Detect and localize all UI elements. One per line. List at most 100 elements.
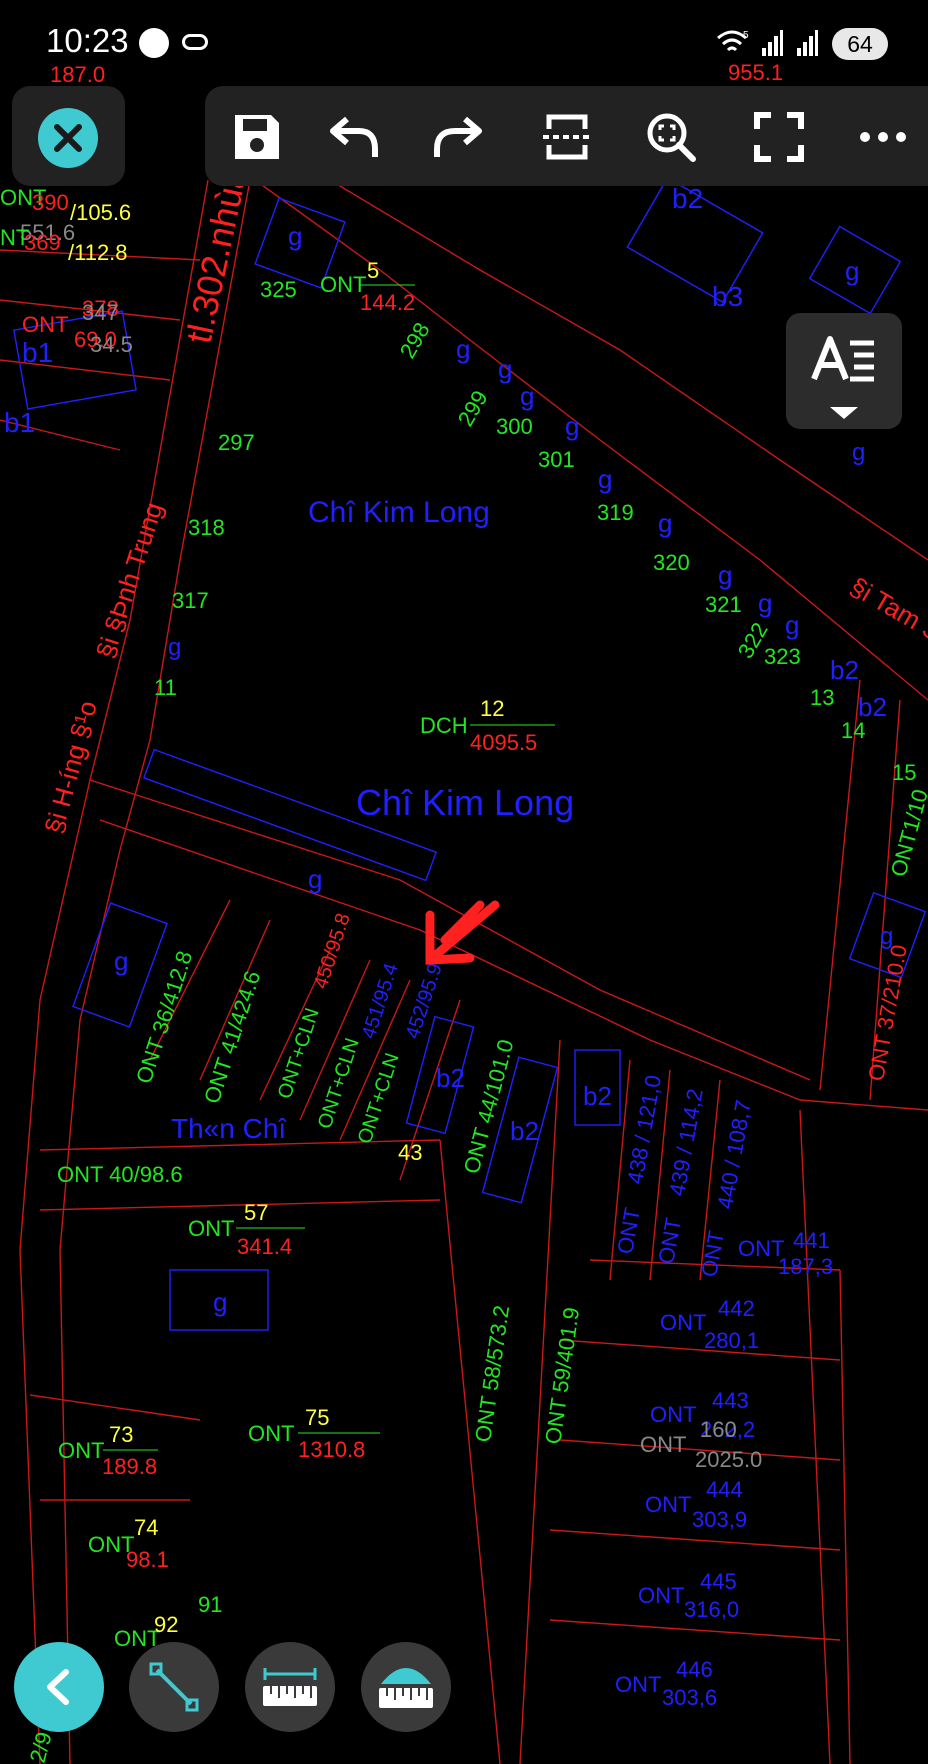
close-panel [12, 86, 125, 186]
back-button[interactable] [14, 1642, 104, 1732]
label: 297 [218, 430, 255, 455]
label: 438 / 121,0 [622, 1073, 666, 1186]
label: 2/9 [25, 1729, 57, 1764]
cad-drawing-canvas[interactable]: 187.0 955.1 ONT 390 /105.6 551.6 NT 369 … [0, 0, 928, 1764]
label: g [114, 946, 128, 976]
label: b1 [4, 407, 35, 438]
label: 1310.8 [298, 1437, 365, 1462]
label: 75 [305, 1405, 329, 1430]
road-label: §i §Þnh Trung [90, 499, 169, 662]
label: 11 [154, 675, 177, 700]
label: 316,0 [684, 1597, 739, 1622]
label: 189.8 [102, 1454, 157, 1479]
label: g [308, 864, 322, 894]
measure-line-button[interactable] [129, 1642, 219, 1732]
label: 444 [706, 1477, 743, 1502]
label: 57 [244, 1200, 268, 1225]
label: 13 [810, 685, 834, 710]
label: g [565, 411, 579, 441]
label: g [852, 439, 865, 466]
svg-text:5: 5 [743, 30, 749, 41]
section-icon[interactable] [541, 111, 593, 163]
label: g [758, 588, 772, 618]
label: 320 [653, 550, 690, 575]
label: b2 [830, 655, 859, 685]
label: 2025.0 [695, 1447, 762, 1472]
label: ONT 37/210.0 [863, 943, 912, 1083]
signal-icon [762, 30, 783, 56]
measure-distance-button[interactable] [245, 1642, 335, 1732]
redo-icon[interactable] [431, 111, 483, 163]
label: 98.1 [126, 1547, 169, 1572]
label: ONT 44/101.0 [459, 1037, 519, 1177]
label: 15 [892, 760, 916, 785]
label: ONT [248, 1421, 294, 1446]
label: 439 / 114,2 [664, 1087, 707, 1198]
label: 319 [597, 500, 634, 525]
label: ONT+CLN [314, 1035, 364, 1131]
label: b3 [712, 281, 743, 312]
label: ONT [638, 1583, 684, 1608]
back-icon [47, 1669, 69, 1705]
label: 187,3 [778, 1254, 833, 1279]
label: 299 [453, 386, 493, 430]
label: 43 [398, 1140, 422, 1165]
wifi-icon: 5 [717, 30, 749, 52]
label: 73 [109, 1422, 133, 1447]
label: ONT 59/401.9 [540, 1306, 584, 1446]
label: ONT 40/98.6 [57, 1162, 183, 1187]
label: 446 [676, 1657, 713, 1682]
label: 452/95.9 [402, 961, 447, 1042]
label: ONT [612, 1206, 645, 1256]
close-icon [54, 124, 82, 152]
measure-line-icon [149, 1662, 199, 1712]
area-label: Chî Kim Long [308, 496, 490, 529]
zoom-extents-icon[interactable] [645, 111, 697, 163]
label: ONT [58, 1438, 104, 1463]
label: g [456, 334, 470, 364]
label: 34.5 [90, 332, 133, 357]
label: ONT+CLN [354, 1050, 404, 1146]
label: 318 [188, 515, 225, 540]
label: 369 [24, 230, 61, 255]
label: b2 [510, 1116, 539, 1146]
label: ONT [653, 1216, 686, 1266]
label: 450/95.8 [310, 911, 355, 992]
measure-area-button[interactable] [361, 1642, 451, 1732]
label: 91 [198, 1592, 222, 1617]
label: 341.4 [237, 1234, 292, 1259]
status-bar: 10:23 5 64 [0, 0, 928, 86]
label: 321 [705, 592, 742, 617]
label: g [658, 508, 672, 538]
label: ONT [188, 1216, 234, 1241]
road-label: §i Tam S [845, 571, 928, 647]
label: b2 [436, 1063, 465, 1093]
label: ONT [640, 1432, 686, 1457]
save-icon[interactable] [231, 111, 283, 163]
top-toolbar [205, 86, 928, 186]
label: b2 [672, 183, 703, 214]
label: 440 / 108,7 [712, 1098, 756, 1211]
close-button[interactable] [38, 108, 98, 168]
undo-icon[interactable] [329, 111, 381, 163]
label: 14 [841, 718, 865, 743]
area-label: Chî Kim Long [356, 782, 574, 823]
label: ONT 41/424.6 [199, 968, 265, 1107]
label: 442 [718, 1296, 755, 1321]
signal-icon [797, 30, 818, 56]
red-arrow-annotation [425, 900, 500, 965]
label: 298 [395, 318, 435, 362]
label: g [168, 634, 181, 661]
voicemail-icon [182, 34, 208, 50]
fullscreen-icon[interactable] [753, 111, 805, 163]
label: g [213, 1287, 227, 1317]
label: ONT 36/412.8 [131, 948, 197, 1087]
label: b2 [583, 1081, 612, 1111]
label: 441 [793, 1228, 830, 1253]
label: /105.6 [70, 200, 131, 225]
text-style-button[interactable] [786, 313, 902, 429]
label: 5 [367, 258, 379, 283]
more-icon[interactable] [857, 111, 909, 163]
label: g [785, 610, 799, 640]
label: 144.2 [360, 290, 415, 315]
